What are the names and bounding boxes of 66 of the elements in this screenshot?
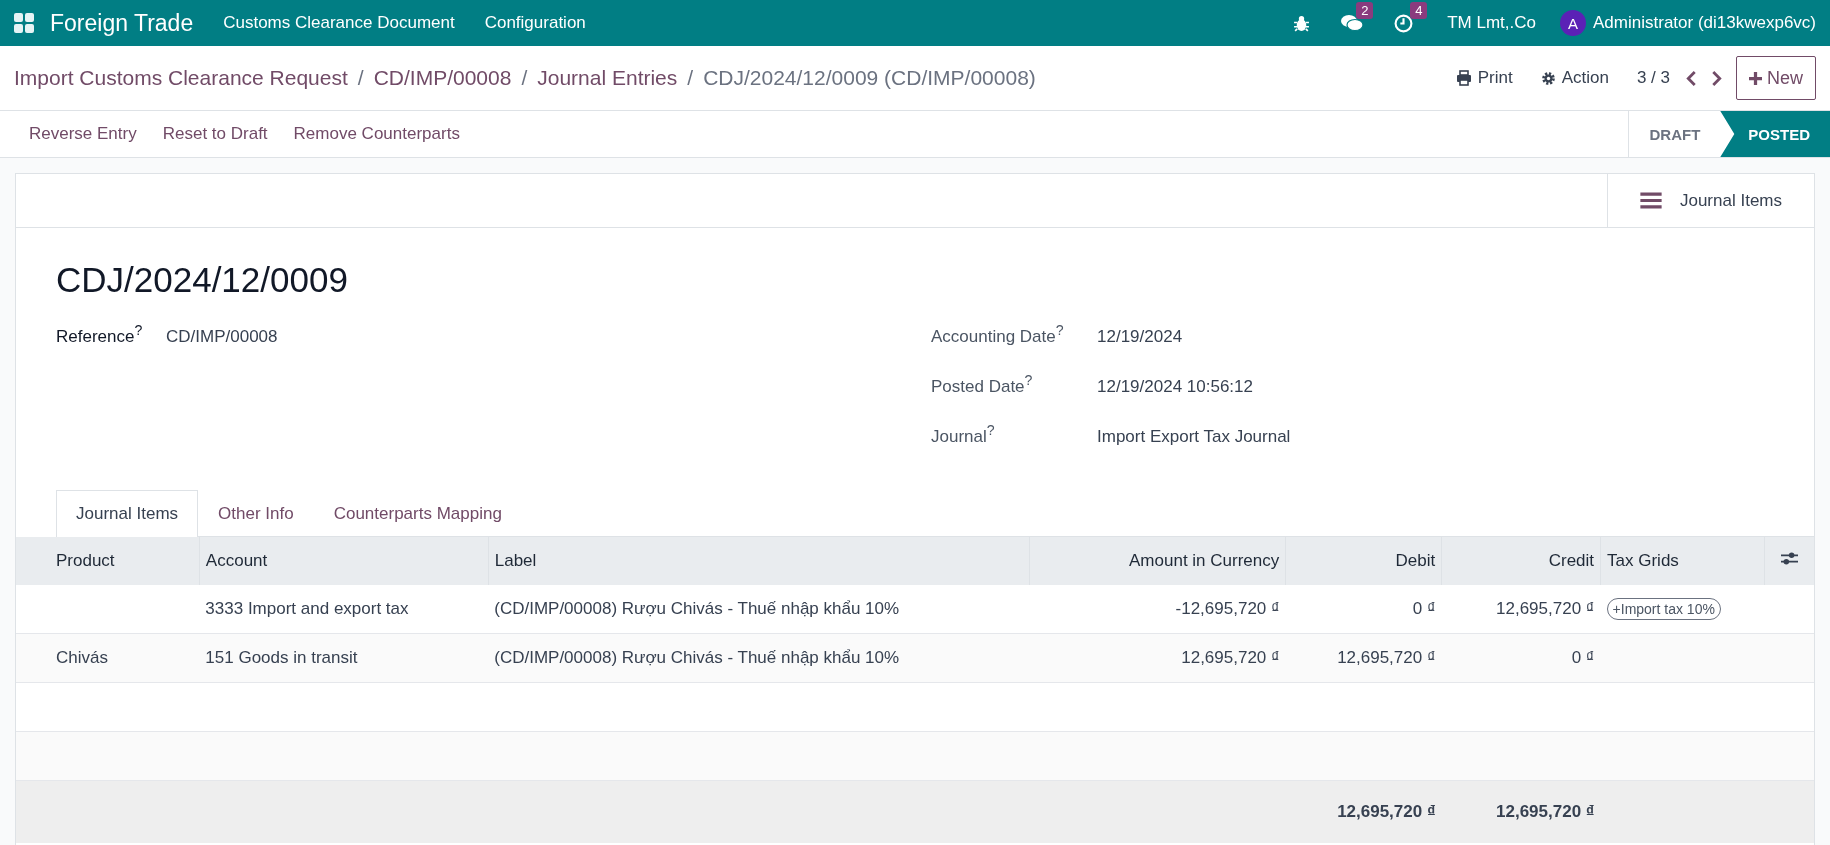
next-icon[interactable] (1711, 70, 1722, 86)
action-button[interactable]: Action (1540, 68, 1609, 88)
user-name[interactable]: Administrator (di13kwexp6vc) (1593, 13, 1816, 33)
user-avatar[interactable]: A (1560, 10, 1587, 36)
table-cell: 0 ₫ (1412, 599, 1436, 618)
breadcrumb-link[interactable]: Journal Entries (537, 66, 678, 90)
column-header[interactable]: Product (16, 537, 200, 585)
activities-count: 4 (1410, 1, 1428, 19)
field-value: Import Export Tax Journal (1097, 426, 1291, 447)
column-header[interactable]: Debit (1285, 537, 1442, 585)
notebook-tab[interactable]: Journal Items (56, 490, 199, 537)
clock-icon[interactable] (1394, 13, 1414, 33)
action-link-button[interactable]: Reverse Entry (16, 124, 150, 144)
table-cell: 12,695,720 ₫ (1181, 648, 1280, 667)
table-cell: Chivás (56, 648, 108, 667)
field-value: 12/19/2024 10:56:12 (1097, 376, 1253, 397)
column-header[interactable]: Account (199, 537, 489, 585)
record-title: CDJ/2024/12/0009 (56, 260, 349, 300)
notebook-tab[interactable]: Other Info (198, 490, 314, 537)
previous-icon[interactable] (1686, 70, 1697, 86)
total-debit: 12,695,720 ₫ (1337, 802, 1436, 821)
column-header[interactable]: Credit (1441, 537, 1601, 585)
list-icon (1639, 192, 1662, 209)
company-name[interactable]: TM Lmt,.Co (1447, 13, 1537, 33)
apps-grid-icon[interactable] (14, 13, 34, 33)
field-label: Posted Date$^{?}$ (931, 372, 1034, 397)
breadcrumb-separator: / (521, 66, 528, 90)
column-settings-icon[interactable] (1781, 551, 1798, 566)
menu-item[interactable]: Customs Clearance Document (223, 13, 455, 33)
status-stage[interactable]: POSTED (1720, 111, 1830, 157)
plus-icon (1749, 71, 1762, 85)
bug-icon[interactable] (1293, 14, 1311, 32)
action-link-button[interactable]: Reset to Draft (149, 124, 281, 144)
field-value: 12/19/2024 (1097, 326, 1183, 347)
column-header[interactable]: Tax Grids (1600, 537, 1765, 585)
breadcrumb-link[interactable]: Import Customs Clearance Request (14, 66, 348, 90)
app-name[interactable]: Foreign Trade (50, 9, 194, 37)
breadcrumb-separator: / (687, 66, 694, 90)
gear-icon (1540, 70, 1556, 86)
chat-bubbles-icon[interactable] (1340, 14, 1365, 32)
table-cell: (CD/IMP/00008) Rượu Chivás - Thuế nhập khẩu 10% (494, 648, 900, 667)
column-header[interactable]: Amount in Currency (1029, 537, 1286, 585)
table-cell: 0 ₫ (1571, 648, 1595, 667)
breadcrumb-separator: / (357, 66, 364, 90)
table-cell: -12,695,720 ₫ (1175, 599, 1280, 618)
action-link-button[interactable]: Remove Counterparts (280, 124, 473, 144)
field-label: Journal$^{?}$ (931, 422, 996, 447)
field-value: CD/IMP/00008 (166, 326, 278, 347)
print-button[interactable]: Print (1455, 68, 1513, 88)
table-cell: 12,695,720 ₫ (1337, 648, 1436, 667)
field-label: Reference$^{?}$ (56, 322, 144, 347)
table-cell: 12,695,720 ₫ (1496, 599, 1595, 618)
pager-value: 3 / 3 (1636, 68, 1670, 88)
printer-icon (1455, 70, 1472, 86)
field-label: Accounting Date$^{?}$ (931, 322, 1065, 347)
table-cell: (CD/IMP/00008) Rượu Chivás - Thuế nhập khẩu 10% (494, 599, 900, 618)
table-cell: 3333 Import and export tax (205, 599, 409, 618)
column-header[interactable]: Label (488, 537, 1029, 585)
total-credit: 12,695,720 ₫ (1496, 802, 1595, 821)
messages-count: 2 (1356, 2, 1374, 19)
new-button[interactable]: New (1736, 56, 1816, 100)
breadcrumb-link[interactable]: CD/IMP/00008 (373, 66, 512, 90)
breadcrumb-current: CDJ/2024/12/0009 (CD/IMP/00008) (703, 66, 1036, 90)
table-cell: 151 Goods in transit (205, 648, 358, 667)
menu-item[interactable]: Configuration (484, 13, 586, 33)
notebook-tab[interactable]: Counterparts Mapping (313, 490, 522, 537)
